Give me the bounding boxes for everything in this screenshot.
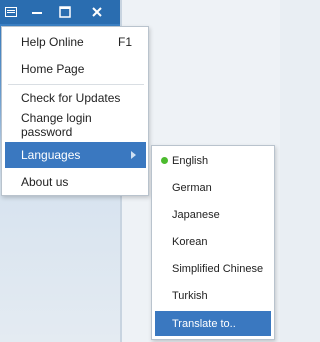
minimize-icon[interactable]: [24, 0, 50, 24]
language-label: Korean: [172, 235, 208, 248]
menu-item-change-login-password[interactable]: Change login password: [5, 111, 146, 139]
language-item-simplified-chinese[interactable]: Simplified Chinese: [155, 256, 271, 281]
close-icon[interactable]: [84, 0, 110, 24]
menu-item-label: Help Online: [21, 35, 84, 49]
language-item-english[interactable]: English: [155, 148, 271, 173]
language-item-translate-to[interactable]: Translate to..: [155, 311, 271, 336]
menu-item-home-page[interactable]: Home Page: [5, 56, 146, 82]
submenu-arrow-icon: [131, 151, 136, 159]
language-label: Simplified Chinese: [172, 262, 264, 275]
menu-item-label: Languages: [21, 148, 81, 162]
language-item-korean[interactable]: Korean: [155, 229, 271, 254]
menu-item-help-online[interactable]: Help Online F1: [5, 29, 146, 55]
maximize-icon[interactable]: [52, 0, 78, 24]
help-menu: Help Online F1 Home Page Check for Updat…: [1, 26, 149, 196]
language-label: Turkish: [172, 289, 208, 302]
language-item-japanese[interactable]: Japanese: [155, 202, 271, 227]
menu-item-check-for-updates[interactable]: Check for Updates: [5, 85, 146, 111]
menu-icon[interactable]: [0, 0, 22, 24]
menu-item-label: Check for Updates: [21, 91, 121, 105]
languages-submenu: English German Japanese Korean Simplifie…: [151, 145, 275, 340]
menu-item-languages[interactable]: Languages: [5, 142, 146, 168]
language-label: Translate to..: [172, 317, 236, 330]
language-label: English: [172, 154, 209, 167]
window-titlebar: [0, 0, 120, 24]
menu-item-shortcut: F1: [117, 35, 132, 49]
menu-item-label: Home Page: [21, 62, 85, 76]
selected-dot-icon: [161, 157, 168, 164]
menu-item-label: Change login password: [21, 111, 92, 139]
menu-item-label: About us: [21, 175, 69, 189]
language-item-turkish[interactable]: Turkish: [155, 283, 271, 308]
menu-item-about-us[interactable]: About us: [5, 169, 146, 195]
language-item-german[interactable]: German: [155, 175, 271, 200]
language-label: Japanese: [172, 208, 220, 221]
language-label: German: [172, 181, 212, 194]
